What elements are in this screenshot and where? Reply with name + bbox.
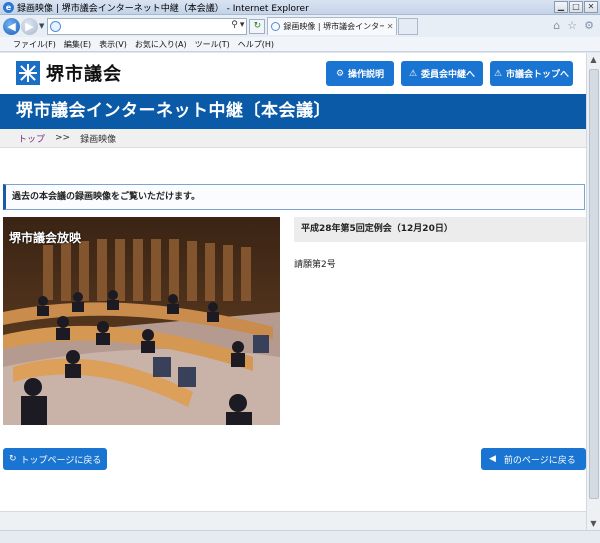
browser-menubar: ファイル(F) 編集(E) 表示(V) お気に入り(A) ツール(T) ヘルプ(… (0, 37, 600, 52)
settings-gear-icon[interactable]: ⚙ (584, 19, 594, 32)
address-dropdown-icon[interactable]: ▾ (240, 20, 245, 30)
video-overlay-caption: 堺市議会放映 (9, 231, 82, 245)
vertical-scrollbar[interactable]: ▲ ▼ (586, 53, 600, 530)
gear-icon: ⚙ (335, 68, 345, 79)
council-top-button[interactable]: ⚠ 市議会トップへ (490, 61, 573, 86)
back-prev-label: 前のページに戻る (503, 455, 576, 466)
scroll-down-icon[interactable]: ▼ (587, 517, 600, 530)
breadcrumb-current: 録画映像 (80, 134, 117, 145)
maximize-button[interactable]: □ (569, 1, 583, 13)
forward-arrow-icon[interactable]: ▶ (21, 17, 38, 35)
page-favicon-icon (50, 20, 62, 32)
menu-view[interactable]: 表示(V) (99, 39, 127, 50)
committee-button-label: 委員会中継へ (421, 70, 476, 80)
council-top-button-label: 市議会トップへ (506, 70, 570, 80)
manual-button-label: 操作説明 (348, 70, 385, 80)
breadcrumb-separator: >> (55, 133, 71, 143)
browser-right-tools: ⌂ ☆ ⚙ (553, 19, 594, 32)
notice-text: 過去の本会議の録画映像をご覧いただけます。 (3, 184, 585, 210)
logo-text: 堺市議会 (46, 64, 122, 85)
menu-favorites[interactable]: お気に入り(A) (135, 39, 187, 50)
browser-tab[interactable]: 録画映像 | 堺市議会インター... ✕ (267, 17, 398, 35)
close-window-button[interactable]: ✕ (584, 1, 598, 13)
page-banner-title: 堺市議会インターネット中継〔本会議〕 (0, 94, 586, 129)
back-to-top-page-button[interactable]: ↻ トップページに戻る (3, 448, 107, 470)
browser-navbar: ◀ ▶ ▼ ⚲ ▾ ↻ 録画映像 | 堺市議会インター... ✕ ⌂ ☆ ⚙ (0, 15, 600, 37)
window-title: 録画映像 | 堺市議会インターネット中継（本会議） - Internet Exp… (17, 3, 309, 14)
refresh-icon[interactable]: ↻ (249, 18, 266, 34)
return-arrow-icon: ↻ (9, 454, 17, 464)
video-player[interactable]: 堺市議会放映 (3, 217, 280, 425)
tab-close-icon[interactable]: ✕ (387, 22, 394, 31)
favorites-star-icon[interactable]: ☆ (567, 19, 577, 32)
agenda-item-link[interactable]: 請願第2号 (294, 257, 336, 270)
horizontal-scrollbar[interactable] (0, 511, 586, 530)
site-logo[interactable]: 堺市議会 (16, 60, 122, 86)
breadcrumb: トップ >> 録画映像 (0, 129, 586, 148)
window-controls: ▁ □ ✕ (554, 1, 598, 13)
scroll-up-icon[interactable]: ▲ (587, 53, 600, 66)
scrollbar-thumb[interactable] (589, 69, 599, 499)
address-tools: ⚲ ▾ (231, 20, 244, 30)
breadcrumb-top-link[interactable]: トップ (18, 132, 45, 145)
tab-label: 録画映像 | 堺市議会インター... (283, 22, 384, 31)
tab-favicon-icon (271, 22, 281, 31)
window-titlebar: e 録画映像 | 堺市議会インターネット中継（本会議） - Internet E… (0, 0, 600, 15)
committee-broadcast-button[interactable]: ⚠ 委員会中継へ (401, 61, 483, 86)
minimize-button[interactable]: ▁ (554, 1, 568, 13)
home-icon[interactable]: ⌂ (553, 19, 560, 32)
triangle-warning-icon: ⚠ (408, 68, 418, 79)
address-bar[interactable]: ⚲ ▾ (47, 17, 248, 35)
sakai-emblem-icon (16, 61, 40, 85)
menu-help[interactable]: ヘルプ(H) (238, 39, 274, 50)
back-arrow-icon[interactable]: ◀ (3, 17, 20, 35)
page-footer (0, 486, 586, 511)
meeting-session-title: 平成28年第5回定例会（12月20日） (294, 217, 586, 242)
menu-edit[interactable]: 編集(E) (64, 39, 91, 50)
status-bar (0, 530, 600, 543)
menu-tools[interactable]: ツール(T) (195, 39, 230, 50)
site-header: 堺市議会 ⚙ 操作説明 ⚠ 委員会中継へ ⚠ 市議会トップへ (0, 53, 586, 95)
back-to-previous-page-button[interactable]: ◀ 前のページに戻る (481, 448, 586, 470)
search-icon[interactable]: ⚲ (231, 20, 238, 30)
new-tab-button[interactable] (398, 17, 419, 35)
back-top-label: トップページに戻る (20, 455, 102, 466)
council-chamber-image (3, 217, 280, 425)
left-triangle-icon: ◀ (489, 454, 496, 464)
menu-file[interactable]: ファイル(F) (13, 39, 56, 50)
history-dropdown-icon[interactable]: ▼ (39, 22, 44, 30)
manual-button[interactable]: ⚙ 操作説明 (326, 61, 394, 86)
ie-logo-icon: e (3, 1, 14, 13)
page-viewport: 堺市議会 ⚙ 操作説明 ⚠ 委員会中継へ ⚠ 市議会トップへ 堺市議会インターネ… (0, 53, 586, 511)
triangle-warning-icon: ⚠ (493, 68, 503, 79)
